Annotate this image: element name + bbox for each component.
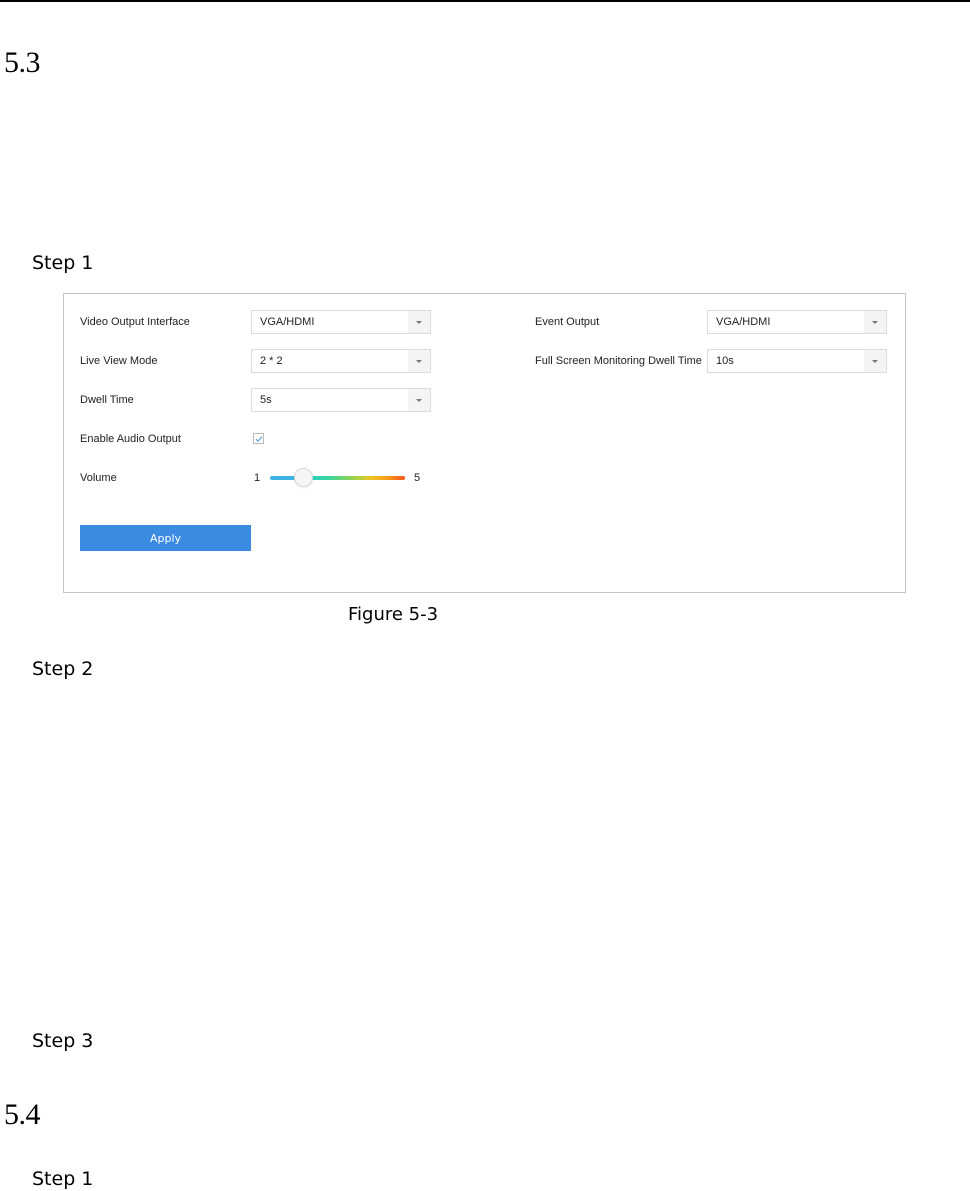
enable-audio-output-label: Enable Audio Output (80, 433, 181, 445)
dropdown-button[interactable] (408, 389, 430, 411)
dropdown-button[interactable] (408, 311, 430, 333)
full-screen-dwell-time-label: Full Screen Monitoring Dwell Time (535, 355, 702, 367)
step-1-label: Step 1 (32, 252, 94, 274)
video-output-interface-select[interactable]: VGA/HDMI (251, 310, 431, 334)
volume-min-label: 1 (254, 472, 261, 484)
volume-max-label: 5 (414, 472, 421, 484)
volume-slider-track[interactable] (270, 476, 405, 480)
section-heading-5-3: 5.3 (4, 46, 41, 79)
volume-label: Volume (80, 472, 117, 484)
live-view-mode-label: Live View Mode (80, 355, 158, 367)
chevron-down-icon (416, 321, 422, 324)
video-output-interface-value: VGA/HDMI (260, 316, 315, 328)
event-output-select[interactable]: VGA/HDMI (707, 310, 887, 334)
chevron-down-icon (416, 360, 422, 363)
figure-caption: Figure 5-3 (348, 604, 439, 625)
section-5-4-step-1-label: Step 1 (32, 1168, 94, 1190)
display-settings-figure: Video Output Interface VGA/HDMI Live Vie… (63, 293, 906, 593)
chevron-down-icon (872, 360, 878, 363)
page-top-rule (0, 0, 970, 2)
chevron-down-icon (872, 321, 878, 324)
dwell-time-label: Dwell Time (80, 394, 134, 406)
volume-slider-thumb[interactable] (294, 468, 314, 487)
apply-button[interactable]: Apply (80, 525, 251, 551)
dropdown-button[interactable] (408, 350, 430, 372)
full-screen-dwell-time-select[interactable]: 10s (707, 349, 887, 373)
enable-audio-output-checkbox[interactable] (253, 433, 264, 444)
video-output-interface-label: Video Output Interface (80, 316, 190, 328)
dropdown-button[interactable] (864, 311, 886, 333)
step-3-label: Step 3 (32, 1030, 94, 1052)
checkmark-icon (255, 436, 263, 443)
event-output-value: VGA/HDMI (716, 316, 771, 328)
event-output-label: Event Output (535, 316, 600, 328)
dwell-time-value: 5s (260, 394, 272, 406)
section-heading-5-4: 5.4 (4, 1098, 41, 1131)
chevron-down-icon (416, 399, 422, 402)
dwell-time-select[interactable]: 5s (251, 388, 431, 412)
dropdown-button[interactable] (864, 350, 886, 372)
step-2-label: Step 2 (32, 658, 94, 680)
live-view-mode-value: 2 * 2 (260, 355, 283, 367)
live-view-mode-select[interactable]: 2 * 2 (251, 349, 431, 373)
full-screen-dwell-time-value: 10s (716, 355, 734, 367)
